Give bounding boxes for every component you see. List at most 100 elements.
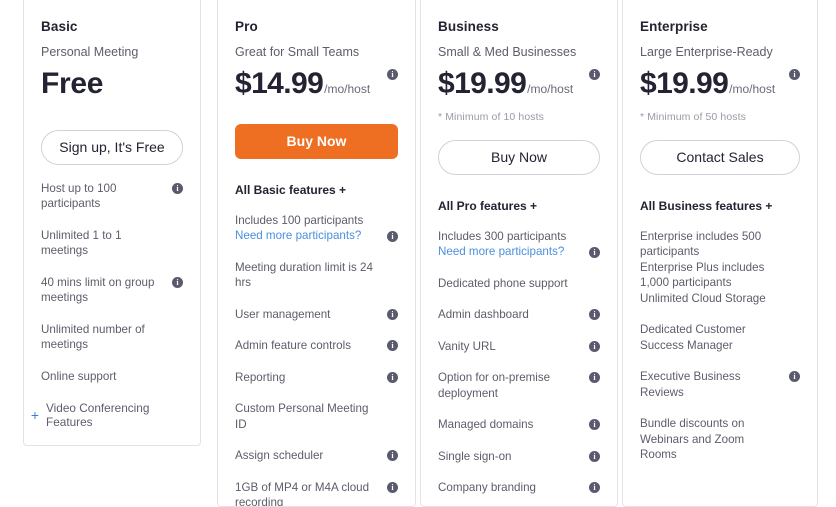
list-item: Dedicated Customer Success Manager [640, 322, 800, 353]
list-item: Bundle discounts on Webinars and Zoom Ro… [640, 416, 800, 463]
plan-name: Pro [235, 19, 398, 34]
feature-label: User management [235, 307, 380, 323]
plan-card-enterprise: Enterprise Large Enterprise-Ready $19.99… [622, 0, 818, 507]
expand-video-conferencing-features[interactable]: + Video Conferencing Features [29, 401, 183, 429]
info-icon[interactable]: i [789, 69, 800, 80]
buy-now-button[interactable]: Buy Now [438, 140, 600, 175]
feature-label: 40 mins limit on group meetings [41, 275, 165, 306]
plan-price: $14.99 [235, 67, 323, 102]
info-icon[interactable]: i [387, 450, 398, 461]
contact-sales-button[interactable]: Contact Sales [640, 140, 800, 175]
info-icon[interactable]: i [172, 183, 183, 194]
list-item: Enterprise Plus includes 1,000 participa… [640, 260, 800, 291]
list-item: Custom Personal Meeting ID [235, 401, 398, 432]
list-item: Dedicated phone support [438, 276, 600, 292]
signup-button[interactable]: Sign up, It's Free [41, 130, 183, 165]
feature-main-text: Includes 300 participants [438, 230, 566, 243]
cta-container: Sign up, It's Free [41, 130, 183, 165]
features-heading: All Basic features + [235, 183, 398, 197]
buy-now-button[interactable]: Buy Now [235, 124, 398, 159]
feature-label: Dedicated phone support [438, 276, 582, 292]
feature-label: Unlimited 1 to 1 meetings [41, 228, 165, 259]
info-icon[interactable]: i [589, 69, 600, 80]
info-icon[interactable]: i [589, 247, 600, 258]
info-icon[interactable]: i [387, 340, 398, 351]
list-item: Unlimited 1 to 1 meetings [41, 228, 183, 259]
features-heading: All Business features + [640, 199, 800, 213]
plan-price-unit: /mo/host [324, 82, 370, 96]
feature-label: Enterprise includes 500 participants [640, 229, 782, 260]
feature-label: Executive Business Reviews [640, 369, 782, 400]
feature-list-basic: Host up to 100 participants i Unlimited … [41, 181, 183, 385]
plan-price-note: * Minimum of 10 hosts [438, 111, 600, 123]
feature-label: Company branding [438, 480, 582, 496]
list-item: Admin dashboard i [438, 307, 600, 323]
list-item: Option for on-premise deployment i [438, 370, 600, 401]
info-icon[interactable]: i [589, 451, 600, 462]
plan-price: $19.99 [438, 67, 526, 102]
feature-list-business: Includes 300 participants Need more part… [438, 229, 600, 507]
list-item: Managed domains i [438, 417, 600, 433]
info-icon[interactable]: i [387, 372, 398, 383]
plan-name: Business [438, 19, 600, 34]
plan-card-pro: Pro Great for Small Teams $14.99 /mo/hos… [217, 0, 416, 507]
list-item: Admin feature controls i [235, 338, 398, 354]
feature-list-enterprise: Enterprise includes 500 participants Ent… [640, 229, 800, 463]
plan-card-basic: Basic Personal Meeting Free Sign up, It'… [23, 0, 201, 446]
info-icon[interactable]: i [589, 309, 600, 320]
feature-label: Admin dashboard [438, 307, 582, 323]
feature-label: Enterprise Plus includes 1,000 participa… [640, 260, 782, 291]
feature-label: Meeting duration limit is 24 hrs [235, 260, 380, 291]
feature-list-pro: Includes 100 participants Need more part… [235, 213, 398, 507]
feature-label: Reporting [235, 370, 380, 386]
plan-price-note: * Minimum of 50 hosts [640, 111, 800, 123]
need-more-participants-link[interactable]: Need more participants? [438, 244, 582, 260]
plus-icon: + [29, 408, 41, 422]
list-item: 40 mins limit on group meetings i [41, 275, 183, 306]
need-more-participants-link[interactable]: Need more participants? [235, 228, 380, 244]
list-item: Unlimited Cloud Storage [640, 291, 800, 307]
plan-price-unit: /mo/host [729, 82, 775, 96]
list-item: Online support [41, 369, 183, 385]
info-icon[interactable]: i [589, 482, 600, 493]
plan-price: $19.99 [640, 67, 728, 102]
info-icon[interactable]: i [589, 419, 600, 430]
expand-label: Video Conferencing Features [46, 401, 183, 429]
info-icon[interactable]: i [589, 341, 600, 352]
feature-label: Dedicated Customer Success Manager [640, 322, 782, 353]
pricing-plans-grid: Basic Personal Meeting Free Sign up, It'… [0, 0, 836, 503]
plan-tagline: Large Enterprise-Ready [640, 45, 800, 59]
list-item: Company branding i [438, 480, 600, 496]
list-item: Reporting i [235, 370, 398, 386]
list-item: User management i [235, 307, 398, 323]
list-item: Host up to 100 participants i [41, 181, 183, 212]
cta-container: Buy Now [235, 124, 398, 159]
info-icon[interactable]: i [387, 482, 398, 493]
plan-price: Free [41, 67, 103, 102]
info-icon[interactable]: i [589, 372, 600, 383]
plan-price-unit: /mo/host [527, 82, 573, 96]
feature-label: Online support [41, 369, 165, 385]
feature-label: Includes 100 participants Need more part… [235, 213, 380, 244]
feature-label: Assign scheduler [235, 448, 380, 464]
plan-name: Basic [41, 19, 183, 34]
list-item: Vanity URL i [438, 339, 600, 355]
plan-price-row: Free [41, 67, 183, 102]
features-heading: All Pro features + [438, 199, 600, 213]
list-item: Single sign-on i [438, 449, 600, 465]
info-icon[interactable]: i [789, 371, 800, 382]
plan-price-row: $19.99 /mo/host i [438, 67, 600, 102]
feature-label: Option for on-premise deployment [438, 370, 582, 401]
feature-label: Includes 300 participants Need more part… [438, 229, 582, 260]
feature-label: Bundle discounts on Webinars and Zoom Ro… [640, 416, 782, 463]
list-item: Includes 300 participants Need more part… [438, 229, 600, 260]
info-icon[interactable]: i [387, 231, 398, 242]
info-icon[interactable]: i [387, 69, 398, 80]
info-icon[interactable]: i [172, 277, 183, 288]
plan-tagline: Great for Small Teams [235, 45, 398, 59]
info-icon[interactable]: i [387, 309, 398, 320]
feature-label: Admin feature controls [235, 338, 380, 354]
list-item: Enterprise includes 500 participants [640, 229, 800, 260]
feature-main-text: Includes 100 participants [235, 214, 363, 227]
plan-name: Enterprise [640, 19, 800, 34]
